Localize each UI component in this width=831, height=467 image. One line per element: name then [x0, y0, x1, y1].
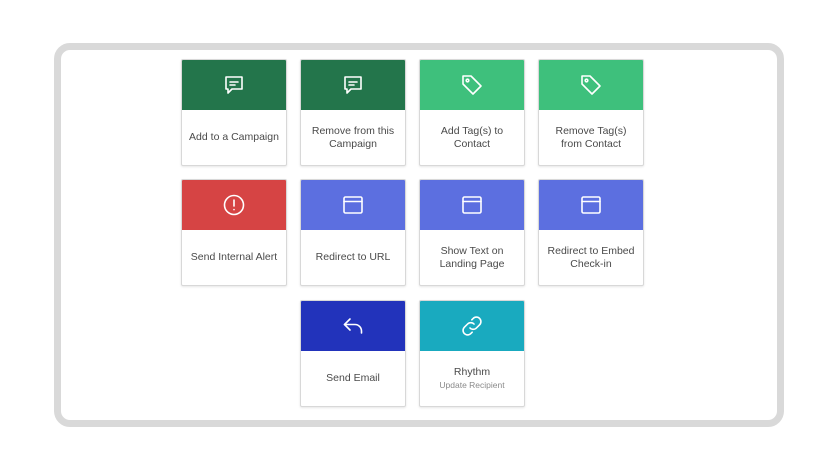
action-card-remove-tags[interactable]: Remove Tag(s) from Contact: [538, 59, 644, 166]
action-card-body: Send Internal Alert: [182, 230, 286, 285]
action-card-label: Remove Tag(s) from Contact: [555, 124, 627, 150]
action-card-rhythm[interactable]: Rhythm Update Recipient: [419, 300, 525, 407]
tag-icon: [581, 75, 601, 95]
action-card-redirect-to-url[interactable]: Redirect to URL: [300, 179, 406, 286]
action-card-label: Show Text on Landing Page: [439, 244, 505, 270]
action-card-label: Send Internal Alert: [190, 251, 278, 263]
action-card-body: Redirect to Embed Check-in: [539, 230, 643, 285]
action-card-body: Remove Tag(s) from Contact: [539, 110, 643, 165]
action-card-header: [420, 301, 524, 351]
action-card-header: [301, 60, 405, 110]
action-card-header: [420, 180, 524, 230]
action-card-redirect-to-embed-check-in[interactable]: Redirect to Embed Check-in: [538, 179, 644, 286]
action-card-body: Rhythm Update Recipient: [420, 351, 524, 406]
action-card-header: [539, 60, 643, 110]
alert-icon: [223, 194, 245, 216]
action-card-sublabel: Update Recipient: [439, 380, 505, 390]
action-card-send-internal-alert[interactable]: Send Internal Alert: [181, 179, 287, 286]
action-card-label: Rhythm: [453, 366, 491, 378]
browser-window-icon: [462, 196, 482, 214]
action-card-label: Add Tag(s) to Contact: [440, 124, 504, 150]
action-card-add-to-campaign[interactable]: Add to a Campaign: [181, 59, 287, 166]
browser-window-icon: [581, 196, 601, 214]
action-card-body: Add to a Campaign: [182, 110, 286, 165]
action-card-header: [420, 60, 524, 110]
action-card-add-tags[interactable]: Add Tag(s) to Contact: [419, 59, 525, 166]
action-card-body: Remove from this Campaign: [301, 110, 405, 165]
action-card-send-email[interactable]: Send Email: [300, 300, 406, 407]
action-card-label: Redirect to URL: [315, 251, 391, 263]
action-card-header: [301, 301, 405, 351]
link-icon: [462, 316, 482, 336]
tag-icon: [462, 75, 482, 95]
action-card-label: Redirect to Embed Check-in: [547, 244, 635, 270]
message-icon: [225, 76, 243, 94]
action-card-label: Add to a Campaign: [189, 131, 279, 143]
action-card-header: [301, 180, 405, 230]
action-card-label: Send Email: [326, 372, 380, 384]
action-card-body: Redirect to URL: [301, 230, 405, 285]
message-icon: [344, 76, 362, 94]
action-card-label: Remove from this Campaign: [311, 124, 395, 150]
action-card-header: [182, 180, 286, 230]
action-card-remove-from-campaign[interactable]: Remove from this Campaign: [300, 59, 406, 166]
action-card-header: [182, 60, 286, 110]
action-card-body: Send Email: [301, 351, 405, 406]
action-card-body: Add Tag(s) to Contact: [420, 110, 524, 165]
action-card-show-text-on-landing-page[interactable]: Show Text on Landing Page: [419, 179, 525, 286]
browser-window-icon: [343, 196, 363, 214]
action-card-header: [539, 180, 643, 230]
action-card-body: Show Text on Landing Page: [420, 230, 524, 285]
reply-icon: [343, 318, 363, 334]
